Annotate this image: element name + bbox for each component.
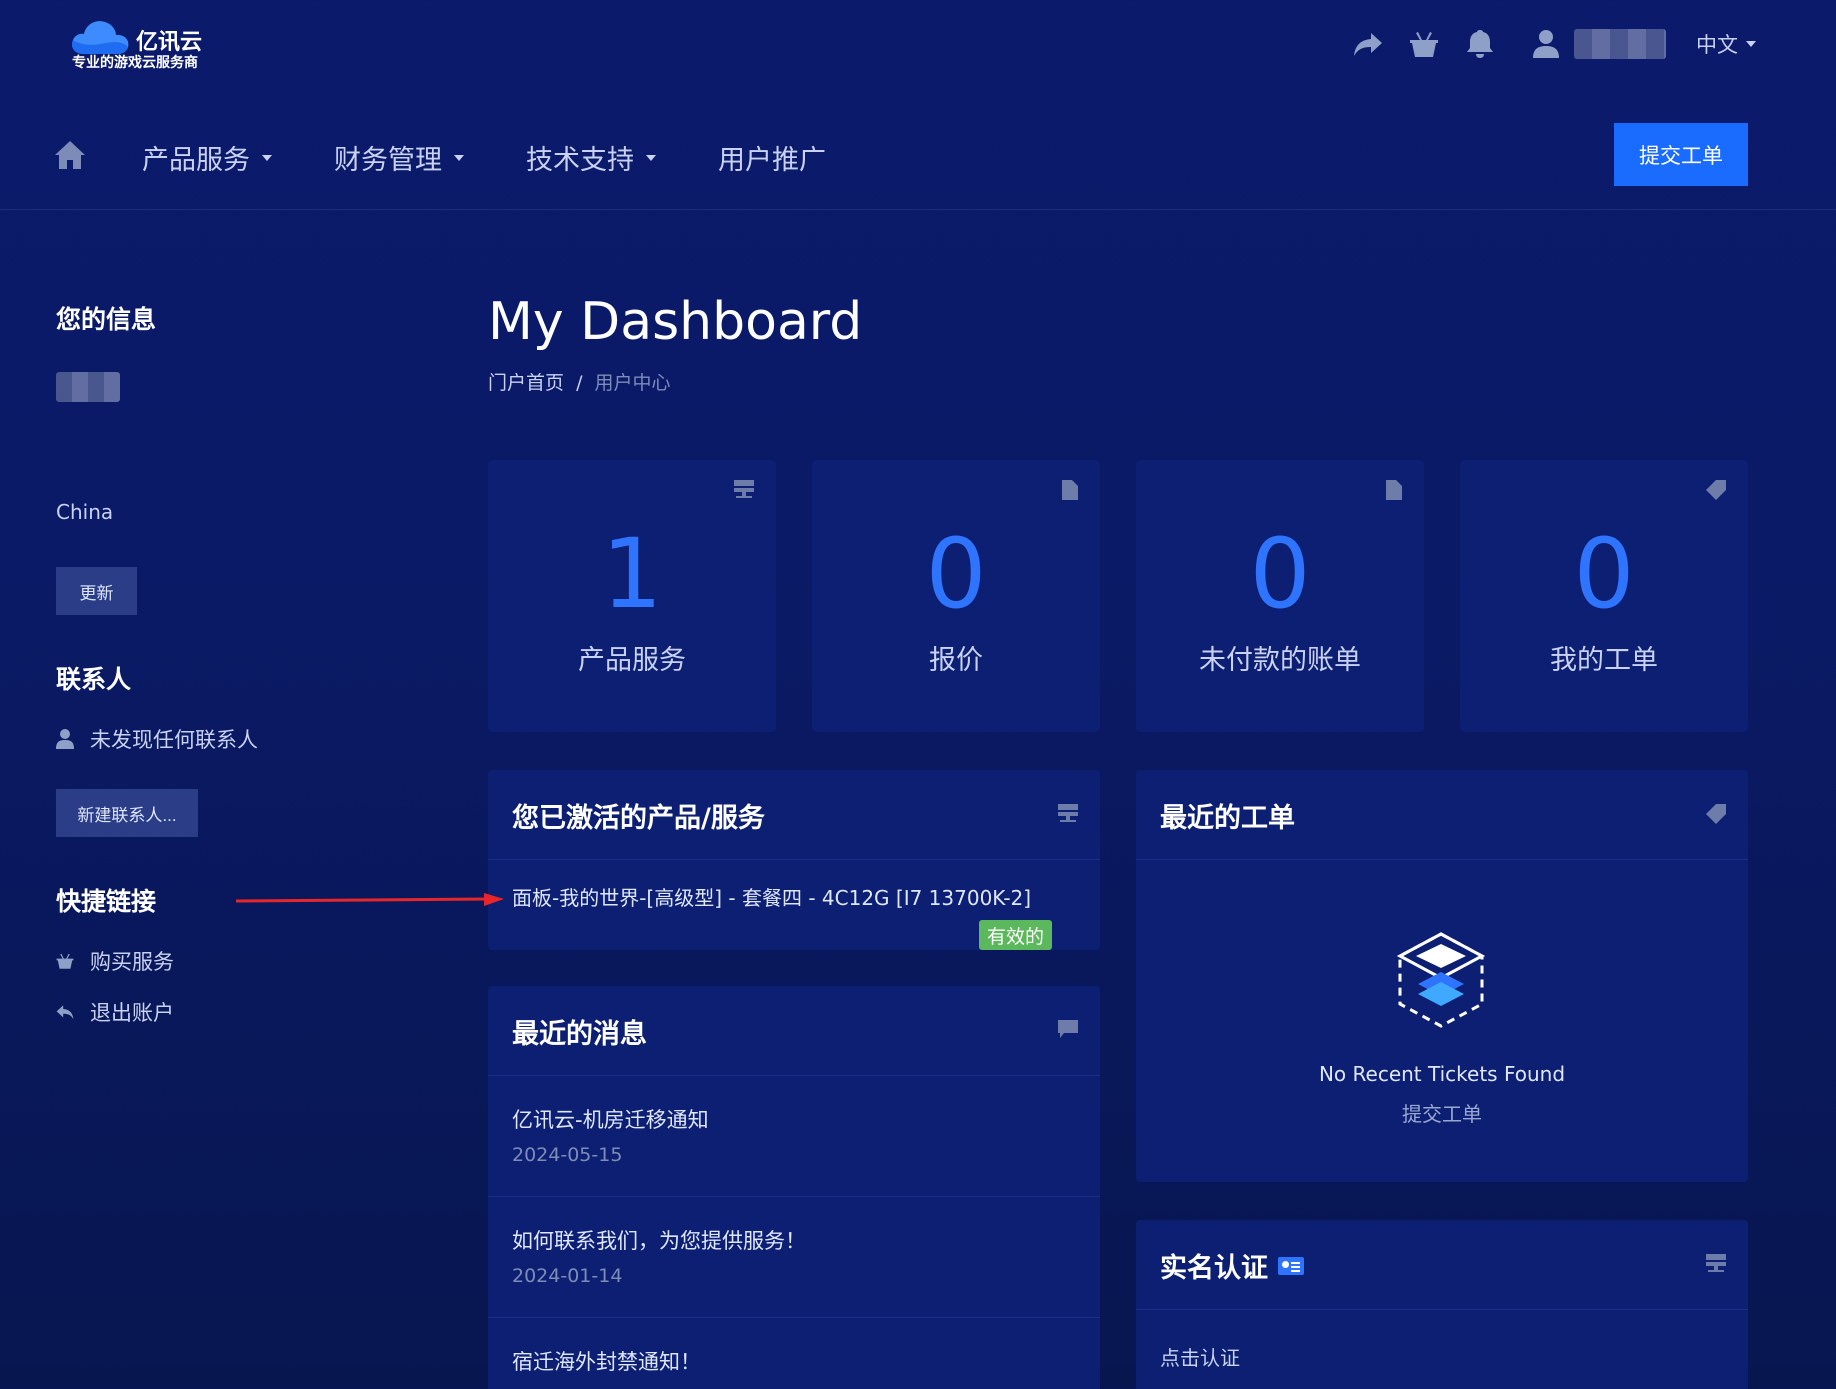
- brand-slogan: 专业的游戏云服务商: [72, 55, 198, 71]
- news-title: 宿迁海外封禁通知！: [512, 1350, 701, 1374]
- stat-label: 报价: [929, 645, 983, 676]
- panel-header: 您已激活的产品/服务: [488, 770, 1100, 860]
- nav-item-support[interactable]: 技术支持: [526, 138, 656, 177]
- tag-icon: [1706, 480, 1726, 504]
- chevron-down-icon: [1746, 41, 1756, 47]
- breadcrumb: 门户首页 / 用户中心: [488, 368, 671, 395]
- news-title: 如何联系我们，为您提供服务！: [512, 1229, 806, 1253]
- language-selector[interactable]: 中文: [1696, 29, 1756, 59]
- status-badge: 有效的: [979, 920, 1052, 950]
- stat-card-tickets[interactable]: 0 我的工单: [1460, 460, 1748, 732]
- nav-item-label: 技术支持: [526, 145, 634, 176]
- stat-value: 0: [1249, 518, 1311, 630]
- news-item[interactable]: 亿讯云-机房迁移通知 2024-05-15: [488, 1076, 1100, 1197]
- nav-item-label: 财务管理: [334, 145, 442, 176]
- panel-header: 最近的消息: [488, 986, 1100, 1076]
- basket-icon[interactable]: [1406, 26, 1442, 62]
- no-contacts-row: 未发现任何联系人: [56, 724, 258, 754]
- recent-tickets-panel: 最近的工单 No Recent Tickets Found 提交工单: [1136, 770, 1748, 1182]
- update-info-button[interactable]: 更新: [56, 567, 137, 615]
- shortcuts-heading: 快捷链接: [56, 887, 157, 916]
- brand-logo[interactable]: 亿讯云 专业的游戏云服务商: [70, 16, 230, 76]
- submit-ticket-link[interactable]: 提交工单: [1136, 1098, 1748, 1127]
- nav-item-label: 用户推广: [718, 145, 826, 176]
- no-tickets-text: No Recent Tickets Found: [1318, 1062, 1566, 1086]
- comment-icon: [1058, 1020, 1078, 1042]
- stat-card-services[interactable]: 1 产品服务: [488, 460, 776, 732]
- nav-item-label: 产品服务: [142, 145, 250, 176]
- news-item[interactable]: 宿迁海外封禁通知！: [488, 1318, 1100, 1389]
- panel-header: 最近的工单: [1136, 770, 1748, 860]
- stat-value: 0: [925, 518, 987, 630]
- panel-title: 最近的消息: [512, 1019, 647, 1050]
- shortcut-label: 退出账户: [90, 1001, 174, 1025]
- server-icon: [734, 480, 754, 502]
- id-card-icon: [1278, 1256, 1304, 1275]
- panel-title: 您已激活的产品/服务: [512, 803, 765, 834]
- cloud-logo-icon: [72, 21, 129, 54]
- stat-card-unpaid-invoices[interactable]: 0 未付款的账单: [1136, 460, 1424, 732]
- news-date: 2024-01-14: [512, 1265, 623, 1287]
- new-contact-button[interactable]: 新建联系人...: [56, 789, 198, 837]
- active-services-panel: 您已激活的产品/服务 面板-我的世界-[高级型] - 套餐四 - 4C12G […: [488, 770, 1100, 950]
- server-icon: [1058, 804, 1078, 826]
- contacts-heading: 联系人: [56, 665, 132, 694]
- basket-icon: [56, 953, 74, 969]
- nav-items: 产品服务 财务管理 技术支持 用户推广: [142, 138, 888, 177]
- share-icon[interactable]: [1350, 26, 1386, 62]
- chevron-down-icon: [454, 154, 464, 161]
- recent-news-panel: 最近的消息 亿讯云-机房迁移通知 2024-05-15 如何联系我们，为您提供服…: [488, 986, 1100, 1389]
- stat-value: 1: [601, 518, 663, 630]
- service-link[interactable]: 面板-我的世界-[高级型] - 套餐四 - 4C12G [I7 13700K-2…: [512, 882, 1031, 911]
- user-icon: [56, 729, 74, 749]
- annotation-arrow-icon: [236, 893, 504, 906]
- document-icon: [1386, 480, 1402, 504]
- user-icon[interactable]: [1528, 26, 1564, 62]
- panel-title-row: 实名认证: [1160, 1246, 1304, 1285]
- breadcrumb-current: 用户中心: [594, 372, 671, 394]
- panel-title: 最近的工单: [1160, 803, 1295, 834]
- bell-icon[interactable]: [1462, 26, 1498, 62]
- username-blurred[interactable]: [1574, 29, 1666, 59]
- nav-item-affiliate[interactable]: 用户推广: [718, 138, 826, 177]
- verify-link[interactable]: 点击认证: [1160, 1342, 1240, 1371]
- account-name-blurred: [56, 372, 120, 402]
- tag-icon: [1706, 804, 1726, 828]
- empty-box-icon: [1396, 932, 1486, 1028]
- shortcut-buy-service[interactable]: 购买服务: [56, 946, 174, 976]
- nav-item-products[interactable]: 产品服务: [142, 138, 272, 177]
- chevron-down-icon: [262, 154, 272, 161]
- nav-item-billing[interactable]: 财务管理: [334, 138, 464, 177]
- panel-title: 实名认证: [1160, 1253, 1268, 1284]
- breadcrumb-home[interactable]: 门户首页: [488, 372, 564, 394]
- shortcut-logout[interactable]: 退出账户: [56, 997, 174, 1027]
- your-info-heading: 您的信息: [56, 305, 157, 334]
- stat-value: 0: [1573, 518, 1635, 630]
- identity-verification-panel: 实名认证 点击认证: [1136, 1220, 1748, 1389]
- news-date: 2024-05-15: [512, 1144, 623, 1166]
- account-country: China: [56, 500, 114, 524]
- document-icon: [1062, 480, 1078, 504]
- no-contacts-text: 未发现任何联系人: [90, 728, 258, 752]
- page-title: My Dashboard: [488, 292, 863, 352]
- stat-label: 未付款的账单: [1199, 645, 1361, 676]
- stat-label: 我的工单: [1550, 645, 1658, 676]
- submit-ticket-button[interactable]: 提交工单: [1614, 123, 1748, 186]
- sidebar: 您的信息 China 更新 联系人 未发现任何联系人 新建联系人... 快捷链接…: [56, 300, 436, 1025]
- language-label: 中文: [1696, 33, 1738, 57]
- breadcrumb-separator: /: [576, 372, 583, 394]
- top-bar: 亿讯云 专业的游戏云服务商 中文: [0, 0, 1836, 90]
- home-icon[interactable]: [54, 140, 86, 172]
- chevron-down-icon: [646, 154, 656, 161]
- top-actions: 中文: [1330, 24, 1756, 64]
- panel-header: 实名认证: [1136, 1220, 1748, 1310]
- main-nav: 产品服务 财务管理 技术支持 用户推广: [0, 120, 1836, 210]
- news-title: 亿讯云-机房迁移通知: [512, 1108, 709, 1132]
- news-item[interactable]: 如何联系我们，为您提供服务！ 2024-01-14: [488, 1197, 1100, 1318]
- server-icon: [1706, 1254, 1726, 1276]
- reply-icon: [56, 1005, 74, 1020]
- stat-card-quotes[interactable]: 0 报价: [812, 460, 1100, 732]
- stat-label: 产品服务: [578, 645, 686, 676]
- shortcut-label: 购买服务: [90, 950, 174, 974]
